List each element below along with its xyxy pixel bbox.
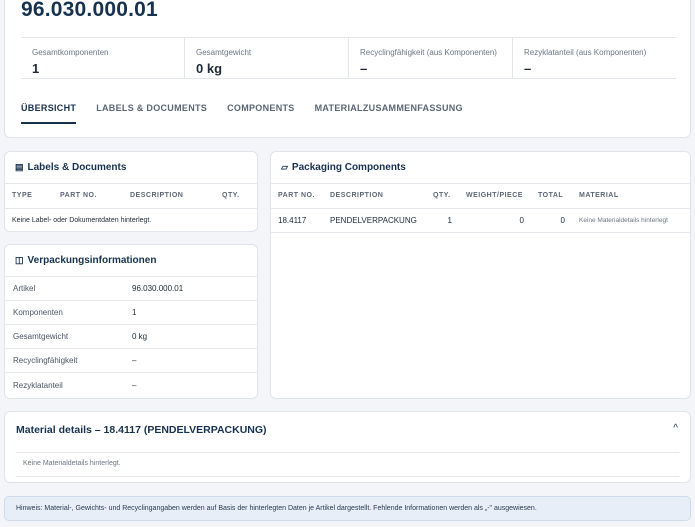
panel-title: Packaging Components: [291, 162, 406, 173]
box-icon: ▱: [281, 162, 288, 172]
cell-material: Keine Materialdetails hinterlegt: [572, 208, 690, 233]
tab-overview[interactable]: ÜBERSICHT: [21, 103, 77, 124]
panel-title: Labels & Documents: [27, 162, 127, 173]
column-header: DESCRIPTION: [323, 184, 426, 209]
cell-total: 0: [531, 208, 572, 233]
info-row-weight: Gesamtgewicht 0 kg: [5, 325, 257, 349]
info-key: Rezyklatanteil: [13, 380, 63, 390]
labels-table: TYPE PART NO. DESCRIPTION QTY.: [5, 184, 257, 209]
empty-state: Keine Label- oder Dokumentdaten hinterle…: [12, 216, 152, 224]
stat-label: Rezyklatanteil (aus Komponenten): [524, 48, 647, 57]
info-value: –: [132, 356, 137, 365]
labels-documents-panel: ▤ Labels & Documents TYPE PART NO. DESCR…: [4, 151, 258, 232]
info-row-article: Artikel 96.030.000.01: [5, 277, 257, 301]
table-row[interactable]: 18.4117 PENDELVERPACKUNG 1 0 0 Keine Mat…: [271, 208, 690, 233]
cell-part-no: 18.4117: [271, 208, 323, 233]
packaging-info-panel: ◫ Verpackungsinformationen Artikel 96.03…: [4, 244, 258, 399]
stats-row: Gesamtkomponenten 1 Gesamtgewicht 0 kg R…: [21, 37, 676, 79]
column-header: PART NO.: [53, 184, 123, 209]
stat-recycled-content: Rezyklatanteil (aus Komponenten) –: [513, 38, 676, 78]
stat-value: 0 kg: [196, 61, 223, 76]
info-key: Recyclingfähigkeit: [13, 356, 78, 365]
panel-header: ▱ Packaging Components: [271, 152, 690, 184]
material-details-panel: Material details – 18.4117 (PENDELVERPAC…: [4, 411, 691, 483]
info-hint: Hinweis: Material-, Gewichts- und Recycl…: [4, 496, 691, 521]
info-value: –: [132, 380, 137, 390]
tab-bar: ÜBERSICHT LABELS & DOCUMENTS COMPONENTS …: [21, 103, 483, 124]
divider: [16, 476, 679, 477]
column-header: MATERIAL: [572, 184, 690, 209]
packaging-components-panel: ▱ Packaging Components PART NO. DESCRIPT…: [270, 151, 691, 399]
panel-title: Verpackungsinformationen: [27, 255, 157, 266]
info-value: 96.030.000.01: [132, 284, 184, 293]
columns-icon: ◫: [15, 255, 24, 265]
panel-header: ▤ Labels & Documents: [5, 152, 257, 184]
stat-label: Gesamtkomponenten: [32, 48, 109, 57]
cell-qty: 1: [426, 208, 459, 233]
table-header-row: TYPE PART NO. DESCRIPTION QTY.: [5, 184, 257, 209]
table-header-row: PART NO. DESCRIPTION QTY. WEIGHT/PIECE T…: [271, 184, 690, 209]
tab-labels-documents[interactable]: LABELS & DOCUMENTS: [96, 103, 207, 124]
tab-components[interactable]: COMPONENTS: [227, 103, 295, 124]
empty-state: Keine Materialdetails hinterlegt.: [23, 460, 121, 467]
column-header: TYPE: [5, 184, 53, 209]
divider: [16, 452, 679, 453]
info-value: 1: [132, 308, 137, 317]
info-key: Artikel: [13, 284, 36, 293]
cell-description: PENDELVERPACKUNG: [323, 208, 426, 233]
info-value: 0 kg: [132, 332, 148, 341]
info-key: Gesamtgewicht: [13, 332, 69, 341]
stat-value: –: [360, 61, 368, 76]
stat-recyclability: Recyclingfähigkeit (aus Komponenten) –: [349, 38, 513, 78]
column-header: DESCRIPTION: [123, 184, 215, 209]
tab-material-summary[interactable]: MATERIALZUSAMMENFASSUNG: [315, 103, 463, 124]
stat-label: Gesamtgewicht: [196, 48, 252, 57]
column-header: TOTAL: [531, 184, 572, 209]
panel-header: ◫ Verpackungsinformationen: [5, 245, 257, 277]
info-row-recycled-content: Rezyklatanteil –: [5, 373, 257, 397]
chevron-up-icon[interactable]: ^: [673, 423, 678, 434]
stat-value: 1: [32, 61, 40, 76]
stat-value: –: [524, 61, 532, 76]
column-header: WEIGHT/PIECE: [459, 184, 531, 209]
column-header: QTY.: [426, 184, 459, 209]
column-header: QTY.: [215, 184, 257, 209]
stat-label: Recyclingfähigkeit (aus Komponenten): [360, 48, 497, 57]
info-key: Komponenten: [13, 308, 63, 317]
stat-total-components: Gesamtkomponenten 1: [21, 38, 185, 78]
info-row-components: Komponenten 1: [5, 301, 257, 325]
info-row-recyclability: Recyclingfähigkeit –: [5, 349, 257, 373]
article-header-card: 96.030.000.01 Gesamtkomponenten 1 Gesamt…: [4, 0, 691, 138]
cell-weight: 0: [459, 208, 531, 233]
column-header: PART NO.: [271, 184, 323, 209]
material-details-title[interactable]: Material details – 18.4117 (PENDELVERPAC…: [16, 424, 267, 436]
document-icon: ▤: [15, 162, 24, 172]
stat-total-weight: Gesamtgewicht 0 kg: [185, 38, 349, 78]
page-title: 96.030.000.01: [21, 0, 158, 21]
components-table: PART NO. DESCRIPTION QTY. WEIGHT/PIECE T…: [271, 184, 690, 233]
